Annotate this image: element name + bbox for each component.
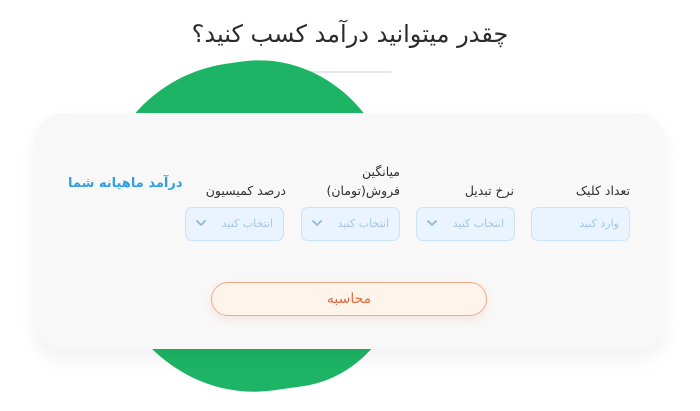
commission-select[interactable]: انتخاب کنید — [185, 207, 284, 241]
page-title: چقدر میتوانید درآمد کسب کنید؟ — [191, 20, 509, 48]
clicks-placeholder: وارد کنید — [579, 217, 619, 230]
average-sale-label-line2: فروش(تومان) — [326, 183, 400, 198]
chevron-down-icon — [196, 220, 206, 226]
monthly-income-label: درآمد ماهیانه شما — [68, 176, 183, 191]
commission-placeholder: انتخاب کنید — [221, 217, 273, 230]
average-sale-select[interactable]: انتخاب کنید — [301, 207, 400, 241]
average-sale-placeholder: انتخاب کنید — [337, 217, 389, 230]
average-sale-label-line1: میانگین — [362, 164, 400, 179]
clicks-label: تعداد کلیک — [575, 183, 630, 198]
clicks-input[interactable]: وارد کنید — [531, 207, 630, 241]
calculate-button[interactable]: محاسبه — [211, 282, 487, 316]
conversion-rate-placeholder: انتخاب کنید — [452, 217, 504, 230]
conversion-rate-select[interactable]: انتخاب کنید — [416, 207, 515, 241]
commission-label: درصد کمیسیون — [205, 183, 286, 198]
conversion-rate-label: نرخ تبدیل — [464, 183, 514, 198]
chevron-down-icon — [312, 220, 322, 226]
chevron-down-icon — [427, 220, 437, 226]
